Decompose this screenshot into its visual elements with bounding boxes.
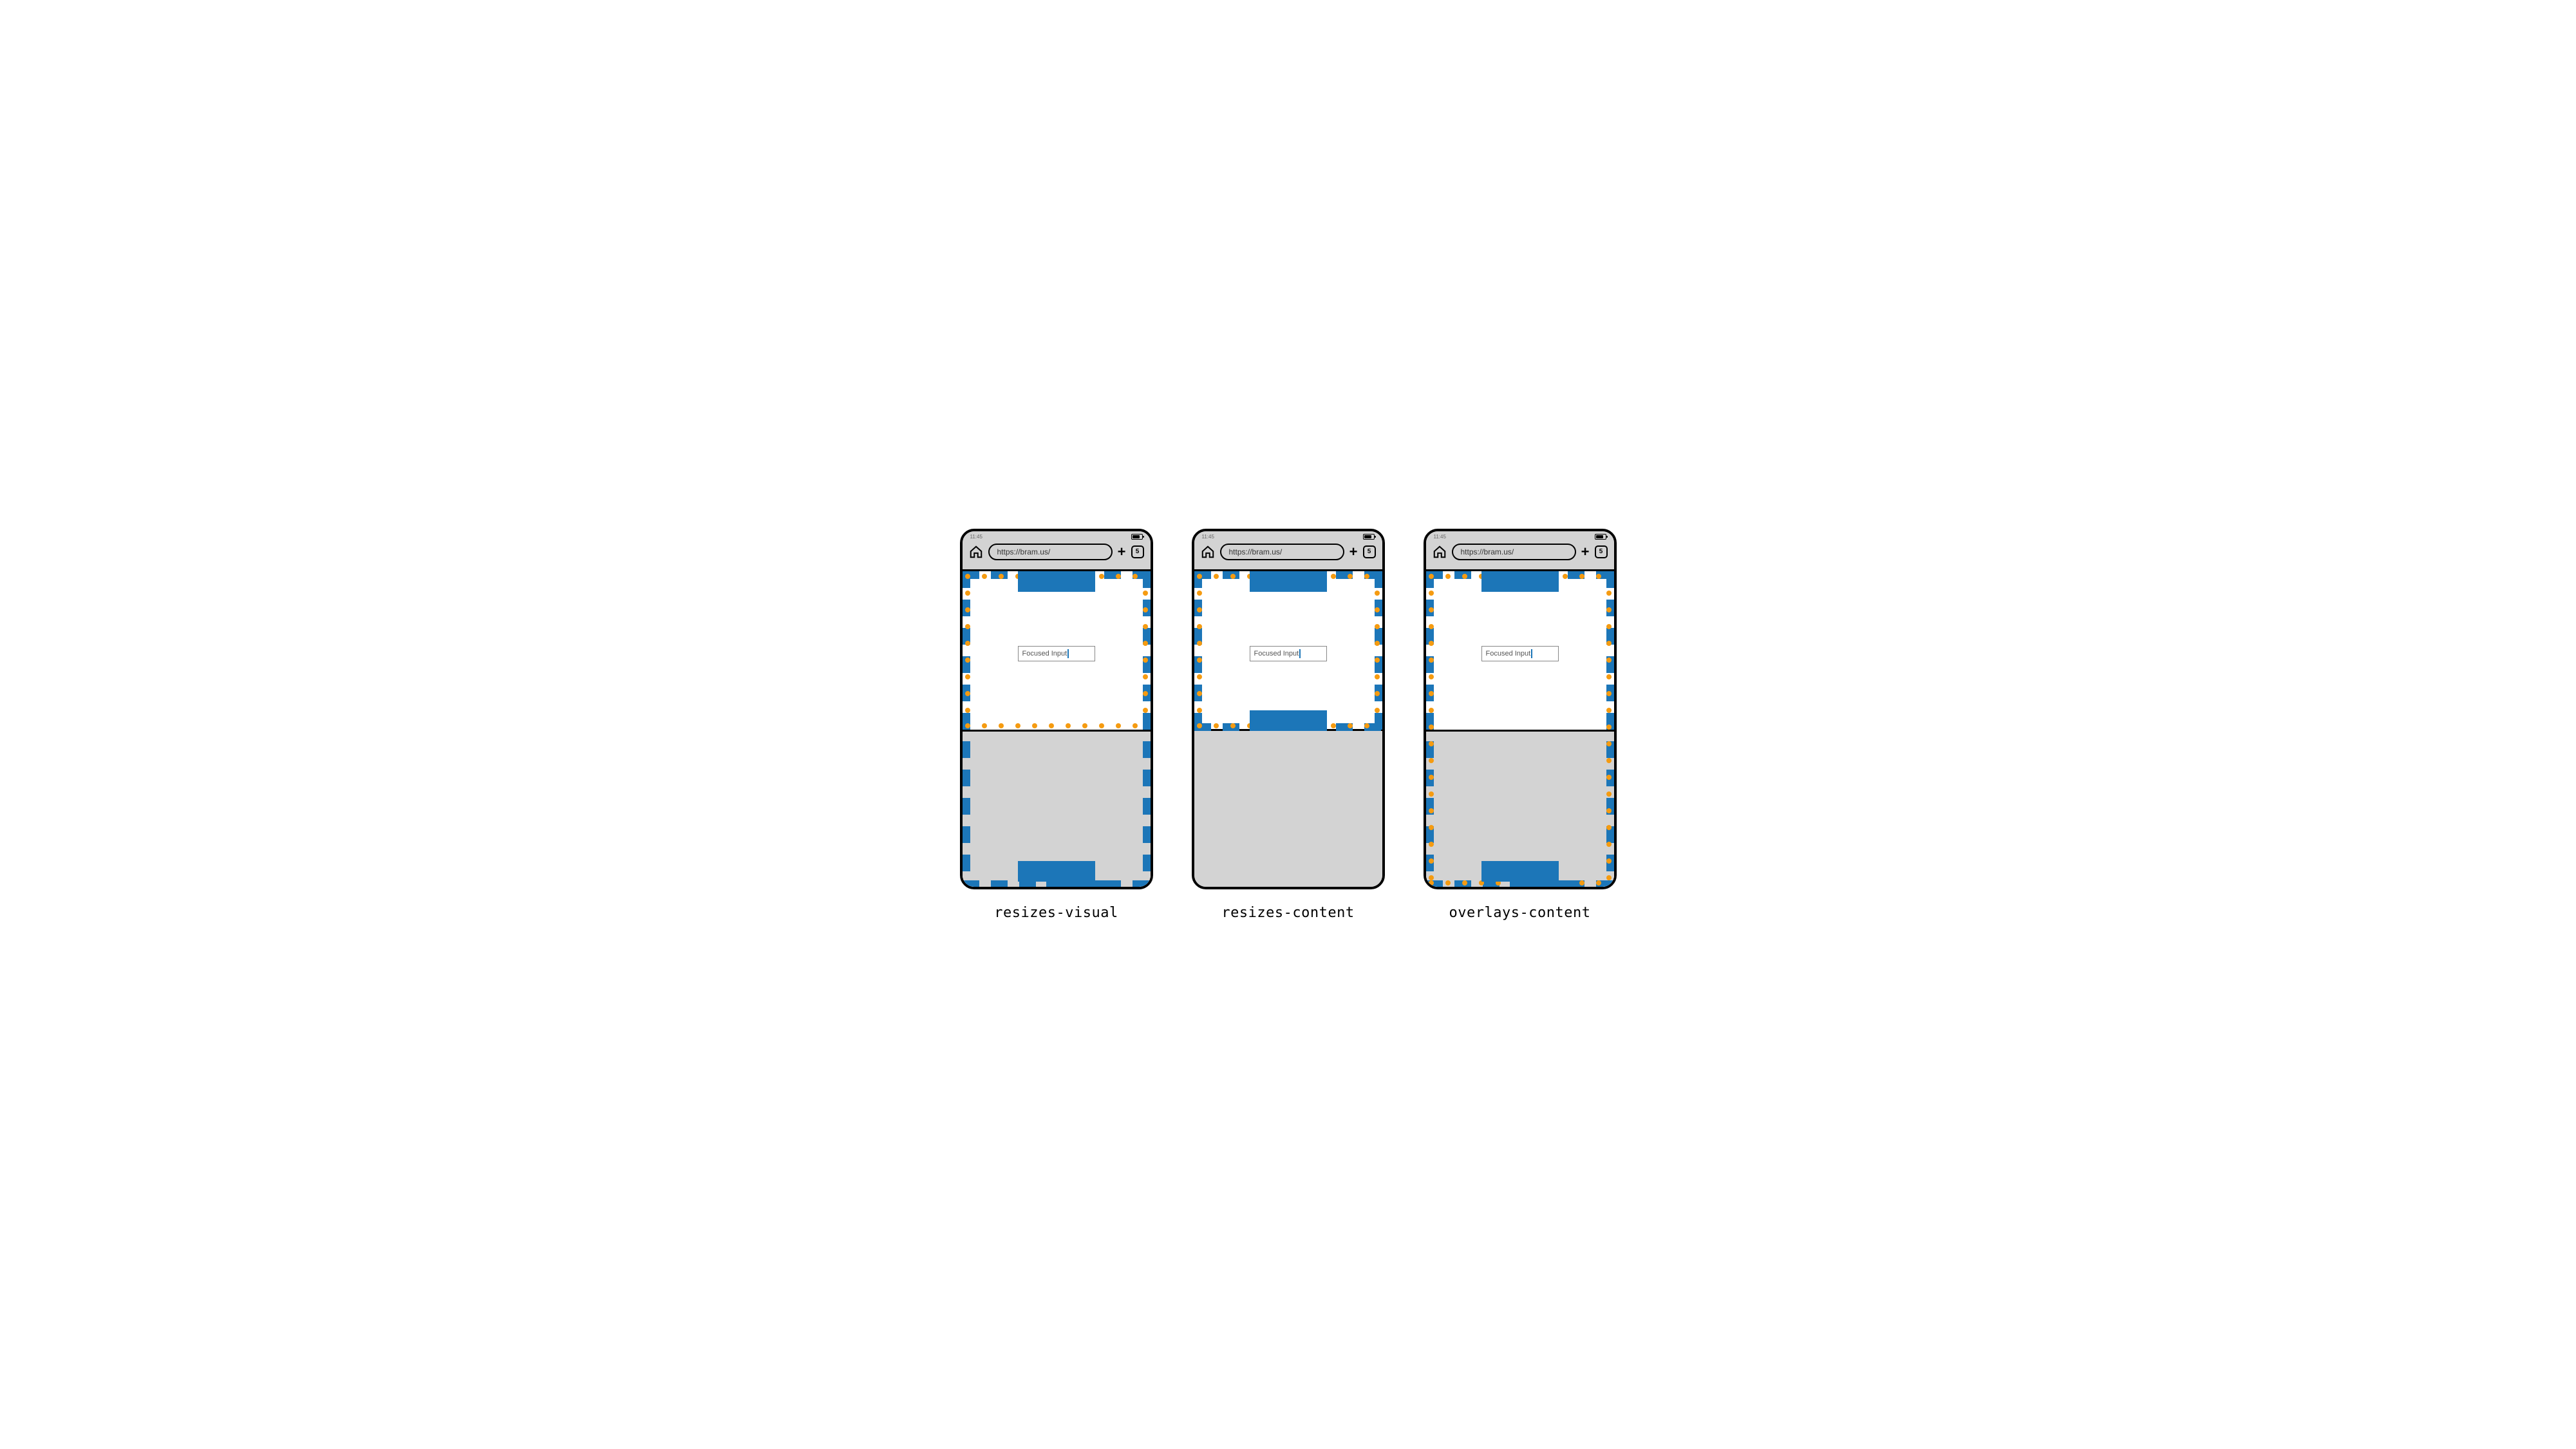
device-frame: 11:45 https://bram.us/ + 5 — [1424, 529, 1617, 889]
fixed-bottom-element — [1481, 861, 1559, 882]
focused-input[interactable]: Focused Input — [1481, 646, 1559, 661]
tab-count-value: 5 — [1136, 548, 1140, 555]
url-bar[interactable]: https://bram.us/ — [1220, 544, 1344, 560]
battery-icon — [1363, 534, 1375, 540]
device-frame: 11:45 https://bram.us/ + 5 — [960, 529, 1153, 889]
new-tab-button[interactable]: + — [1581, 545, 1590, 559]
tab-count-button[interactable]: 5 — [1595, 545, 1608, 558]
url-text: https://bram.us/ — [1229, 547, 1283, 556]
input-label: Focused Input — [1254, 650, 1299, 658]
fixed-bottom-element — [1250, 710, 1327, 731]
text-caret — [1531, 649, 1532, 658]
clock: 11:45 — [970, 534, 982, 540]
panel-caption: resizes-content — [1221, 905, 1354, 921]
fixed-top-element — [1250, 571, 1327, 592]
url-text: https://bram.us/ — [1461, 547, 1514, 556]
tab-count-value: 5 — [1599, 548, 1603, 555]
status-bar: 11:45 — [969, 534, 1144, 540]
clock: 11:45 — [1202, 534, 1214, 540]
home-icon[interactable] — [1433, 545, 1447, 559]
toolbar: https://bram.us/ + 5 — [1201, 541, 1376, 563]
input-label: Focused Input — [1486, 650, 1531, 658]
battery-icon — [1131, 534, 1143, 540]
focused-input[interactable]: Focused Input — [1250, 646, 1327, 661]
toolbar: https://bram.us/ + 5 — [969, 541, 1144, 563]
url-bar[interactable]: https://bram.us/ — [1452, 544, 1576, 560]
focused-input[interactable]: Focused Input — [1018, 646, 1095, 661]
diagram-stage: 11:45 https://bram.us/ + 5 — [934, 503, 1642, 947]
home-icon[interactable] — [1201, 545, 1215, 559]
panel-resizes-content: 11:45 https://bram.us/ + 5 — [1192, 529, 1385, 921]
url-bar[interactable]: https://bram.us/ — [988, 544, 1113, 560]
panel-overlays-content: 11:45 https://bram.us/ + 5 — [1424, 529, 1617, 921]
input-label: Focused Input — [1022, 650, 1067, 658]
toolbar: https://bram.us/ + 5 — [1433, 541, 1608, 563]
status-bar: 11:45 — [1433, 534, 1608, 540]
tab-count-value: 5 — [1368, 548, 1371, 555]
fixed-bottom-strip — [1510, 880, 1568, 887]
screen: Focused Input — [1194, 571, 1382, 887]
new-tab-button[interactable]: + — [1118, 545, 1126, 559]
url-text: https://bram.us/ — [997, 547, 1051, 556]
screen: Focused Input — [1426, 571, 1614, 887]
device-frame: 11:45 https://bram.us/ + 5 — [1192, 529, 1385, 889]
browser-chrome: 11:45 https://bram.us/ + 5 — [1426, 531, 1614, 571]
home-icon[interactable] — [969, 545, 983, 559]
battery-icon — [1595, 534, 1606, 540]
text-caret — [1067, 649, 1069, 658]
screen: Focused Input — [963, 571, 1151, 887]
fixed-bottom-strip — [1046, 880, 1104, 887]
tab-count-button[interactable]: 5 — [1131, 545, 1144, 558]
clock: 11:45 — [1434, 534, 1446, 540]
panel-caption: overlays-content — [1449, 905, 1591, 921]
new-tab-button[interactable]: + — [1349, 545, 1358, 559]
panel-resizes-visual: 11:45 https://bram.us/ + 5 — [960, 529, 1153, 921]
panel-caption: resizes-visual — [994, 905, 1118, 921]
status-bar: 11:45 — [1201, 534, 1376, 540]
browser-chrome: 11:45 https://bram.us/ + 5 — [1194, 531, 1382, 571]
fixed-top-element — [1481, 571, 1559, 592]
fixed-top-element — [1018, 571, 1095, 592]
tab-count-button[interactable]: 5 — [1363, 545, 1376, 558]
fixed-bottom-element — [1018, 861, 1095, 882]
browser-chrome: 11:45 https://bram.us/ + 5 — [963, 531, 1151, 571]
text-caret — [1299, 649, 1301, 658]
